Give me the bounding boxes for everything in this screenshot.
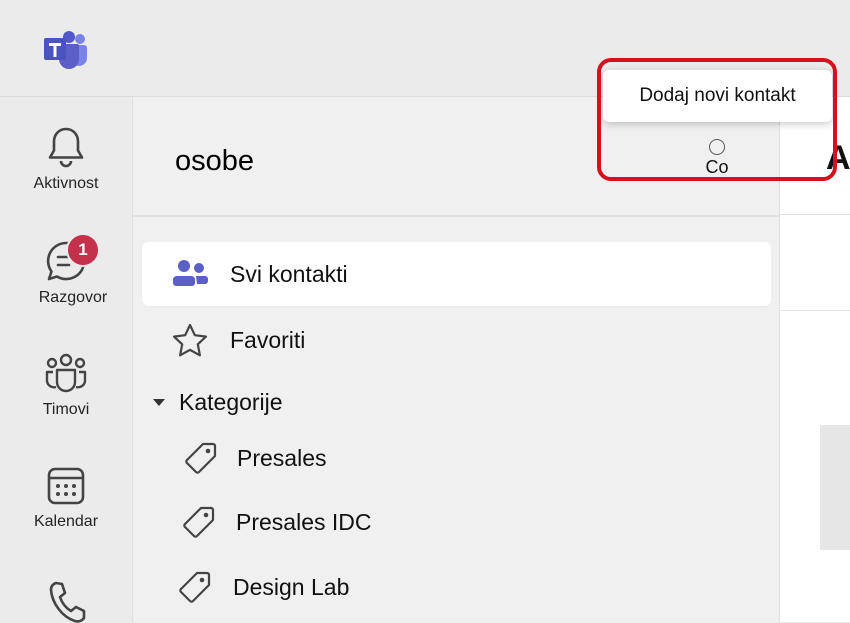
rail-item-chat[interactable]: 1 Razgovor bbox=[0, 233, 132, 307]
rail-label-activity: Aktivnost bbox=[33, 175, 99, 192]
rail-item-calendar[interactable]: Kalendar bbox=[0, 465, 132, 531]
detail-subheader bbox=[780, 214, 850, 311]
bell-icon bbox=[48, 127, 84, 168]
nav-item-favorites[interactable]: Favoriti bbox=[142, 308, 771, 372]
page-title: osobe bbox=[175, 145, 255, 177]
add-contact-icon bbox=[709, 139, 725, 155]
detail-pane: A bbox=[780, 97, 850, 622]
tag-icon bbox=[185, 442, 217, 474]
nav-item-all-contacts[interactable]: Svi kontakti bbox=[142, 242, 771, 306]
app-rail: Aktivnost 1 Razgovor Timovi Kalendar bbox=[0, 97, 133, 623]
teams-icon bbox=[45, 353, 87, 393]
phone-icon bbox=[49, 581, 86, 623]
people-icon bbox=[170, 254, 210, 294]
category-label-presales: Presales bbox=[237, 444, 327, 471]
detail-heading: A bbox=[826, 139, 850, 177]
tag-icon bbox=[179, 571, 211, 603]
categories-label: Kategorije bbox=[179, 389, 283, 415]
category-label-design-lab: Design Lab bbox=[233, 573, 350, 600]
calendar-icon bbox=[47, 467, 85, 505]
categories-header[interactable]: Kategorije bbox=[153, 389, 283, 416]
category-label-presales-idc: Presales IDC bbox=[236, 508, 372, 535]
detail-placeholder bbox=[820, 425, 850, 550]
tag-icon bbox=[183, 506, 215, 538]
add-contact-label: Co bbox=[705, 157, 729, 177]
category-item-presales[interactable]: Presales bbox=[183, 440, 326, 476]
add-contact-button[interactable]: Co bbox=[703, 139, 731, 199]
rail-label-chat: Razgovor bbox=[38, 289, 108, 306]
rail-item-teams[interactable]: Timovi bbox=[0, 351, 132, 419]
rail-label-teams: Timovi bbox=[42, 401, 90, 418]
rail-label-calendar: Kalendar bbox=[33, 513, 99, 530]
category-item-presales-idc[interactable]: Presales IDC bbox=[181, 504, 371, 540]
star-icon bbox=[170, 320, 210, 360]
unread-badge: 1 bbox=[66, 233, 100, 267]
teams-logo-icon bbox=[44, 31, 87, 69]
nav-label-all-contacts: Svi kontakti bbox=[230, 260, 348, 287]
people-panel: osobe Co Svi kontakti Favoriti Kategorij… bbox=[133, 97, 780, 622]
rail-item-activity[interactable]: Aktivnost bbox=[0, 125, 132, 193]
add-contact-tooltip: Dodaj novi kontakt bbox=[603, 70, 832, 122]
category-item-design-lab[interactable]: Design Lab bbox=[177, 569, 349, 605]
nav-label-favorites: Favoriti bbox=[230, 326, 306, 353]
caret-down-icon bbox=[153, 399, 165, 406]
rail-item-calls[interactable] bbox=[0, 579, 132, 623]
